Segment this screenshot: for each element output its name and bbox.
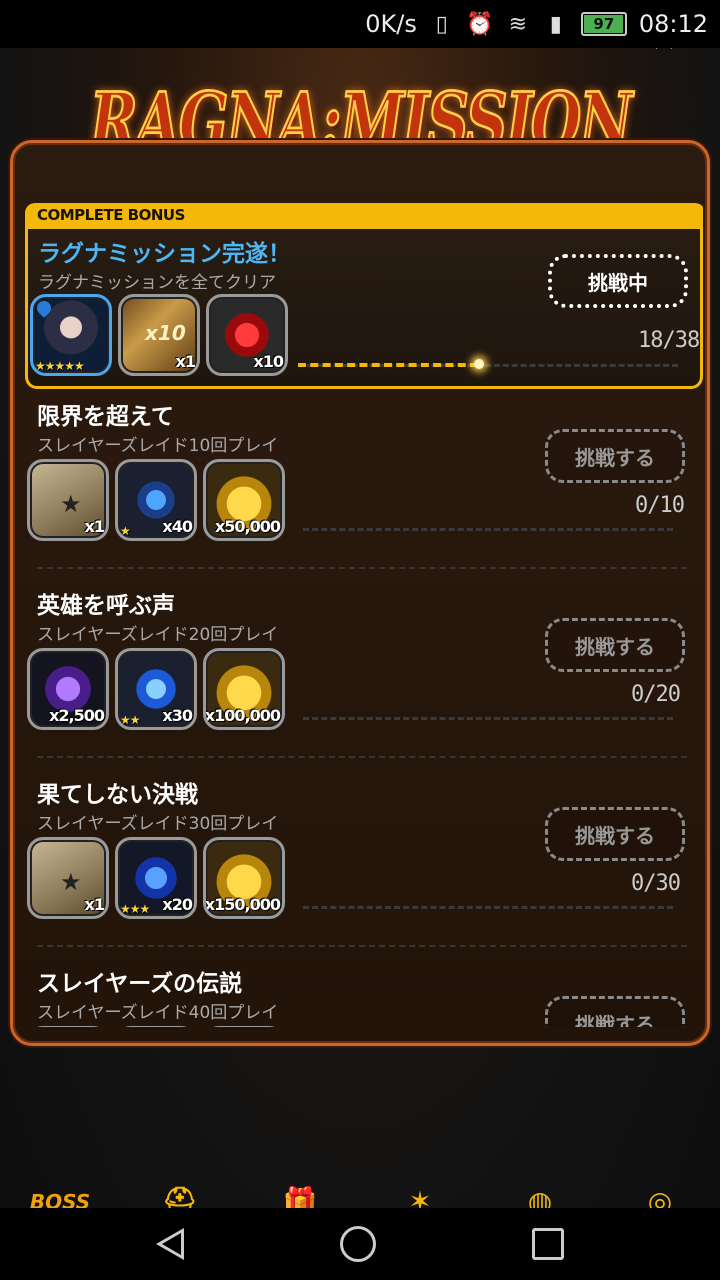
progress-fill <box>298 363 478 367</box>
mission-title: ラグナミッション完遂！ <box>38 241 291 267</box>
progress-track <box>303 906 673 909</box>
home-icon[interactable] <box>340 1226 376 1262</box>
progress-counter: 0/30 <box>631 871 681 896</box>
gold-coins-icon[interactable]: x100,000 <box>203 648 285 730</box>
progress-counter: 0/20 <box>631 682 681 707</box>
mission-title: 限界を超えて <box>37 404 174 430</box>
reward-list: x1 ★ x40 x50,000 <box>27 459 285 541</box>
sim-icon: ▮ <box>549 11 562 37</box>
reward-quantity: x2,500 <box>49 706 105 725</box>
divider <box>37 567 687 569</box>
game-bottom-nav: BOSS ⛑ 🎁 ✶ ◍ ◎ <box>0 1180 720 1210</box>
challenge-button[interactable]: 挑戦する <box>545 429 685 483</box>
hero-portrait-icon[interactable]: ★★★★★ <box>30 294 112 376</box>
challenge-button[interactable]: 挑戦する <box>545 618 685 672</box>
mission-item: 限界を超えて スレイヤーズレイド10回プレイ x1 ★ x40 x50,000 … <box>17 393 703 581</box>
mission-list[interactable]: COMPLETE BONUS ラグナミッション完遂！ ラグナミッションを全てクリ… <box>17 203 703 1027</box>
challenge-button[interactable]: 挑戦する <box>545 996 685 1027</box>
reward-list: ★★★★★ x1 x10 <box>30 294 288 376</box>
gift-icon[interactable]: 🎁 <box>265 1182 335 1210</box>
reward-icon[interactable] <box>203 1026 285 1027</box>
gold-coins-icon[interactable]: x150,000 <box>203 837 285 919</box>
mission-title: スレイヤーズの伝説 <box>37 971 243 997</box>
status-bar: 0K/s ▯ ⏰ ≋ ▮ 97 08:12 <box>0 0 720 48</box>
rarity-stars: ★★★★★ <box>35 359 85 373</box>
mission-item: スレイヤーズの伝説 スレイヤーズレイド40回プレイ 挑戦する <box>17 960 703 1027</box>
challenge-button[interactable]: 挑戦する <box>545 807 685 861</box>
rarity-stars: ★ <box>120 524 131 538</box>
close-icon: ⌃ <box>640 48 688 68</box>
clock: 08:12 <box>638 10 708 38</box>
progress-track <box>303 528 673 531</box>
blue-gem-icon[interactable]: ★★★ x20 <box>115 837 197 919</box>
progress-spark <box>474 359 484 369</box>
card-icon[interactable]: x1 <box>27 459 109 541</box>
mission-panel: COMPLETE BONUS ラグナミッション完遂！ ラグナミッションを全てクリ… <box>10 140 710 1046</box>
mission-item: 英雄を呼ぶ声 スレイヤーズレイド20回プレイ x2,500 ★★ x30 x10… <box>17 582 703 770</box>
reward-icon[interactable] <box>27 1026 109 1027</box>
reward-quantity: x100,000 <box>204 706 281 725</box>
reward-list: x2,500 ★★ x30 x100,000 <box>27 648 285 730</box>
back-icon[interactable] <box>156 1228 184 1260</box>
battery-icon: 97 <box>580 12 627 36</box>
mission-title: 果てしない決戦 <box>37 782 198 808</box>
reward-quantity: x40 <box>162 517 193 536</box>
progress-counter: 18/38 <box>638 328 700 353</box>
battery-level: 97 <box>593 15 615 33</box>
close-button[interactable]: ⌃ <box>640 48 688 68</box>
mission-subtitle: スレイヤーズレイド20回プレイ <box>37 625 279 645</box>
mission-subtitle: スレイヤーズレイド40回プレイ <box>37 1003 279 1023</box>
mission-subtitle: ラグナミッションを全てクリア <box>38 273 276 293</box>
complete-bonus-tab: COMPLETE BONUS <box>25 203 703 229</box>
rarity-stars: ★★ <box>120 713 140 727</box>
system-nav-bar <box>0 1208 720 1280</box>
vibrate-icon: ▯ <box>435 11 448 37</box>
complete-bonus-label: COMPLETE BONUS <box>37 206 185 224</box>
card-icon[interactable]: x1 <box>27 837 109 919</box>
mission-subtitle: スレイヤーズレイド10回プレイ <box>37 436 279 456</box>
star-swords-icon[interactable]: ✶ <box>385 1182 455 1210</box>
mission-subtitle: スレイヤーズレイド30回プレイ <box>37 814 279 834</box>
mission-title: 英雄を呼ぶ声 <box>37 593 175 619</box>
progress-counter: 0/10 <box>635 493 685 518</box>
reward-quantity: x10 <box>253 352 284 371</box>
progress-track <box>303 717 673 720</box>
wifi-icon: ≋ <box>508 11 528 37</box>
compass-icon[interactable]: ◎ <box>625 1182 695 1210</box>
challenge-status-button[interactable]: 挑戦中 <box>548 254 688 308</box>
mission-item: 果てしない決戦 スレイヤーズレイド30回プレイ x1 ★★★ x20 x150,… <box>17 771 703 959</box>
network-speed: 0K/s <box>365 10 417 38</box>
alarm-icon: ⏰ <box>466 11 494 37</box>
blue-crystal-icon[interactable]: ★★ x30 <box>115 648 197 730</box>
divider <box>37 756 687 758</box>
globe-icon[interactable]: ◍ <box>505 1182 575 1210</box>
divider <box>37 945 687 947</box>
reward-quantity: x1 <box>84 517 105 536</box>
reward-quantity: x1 <box>84 895 105 914</box>
blue-orb-icon[interactable]: ★ x40 <box>115 459 197 541</box>
recent-apps-icon[interactable] <box>532 1228 564 1260</box>
reward-quantity: x20 <box>162 895 193 914</box>
gacha-ticket-icon[interactable]: x1 <box>118 294 200 376</box>
complete-bonus-card: COMPLETE BONUS ラグナミッション完遂！ ラグナミッションを全てクリ… <box>25 203 703 389</box>
reward-list <box>27 1026 285 1027</box>
reward-icon[interactable] <box>115 1026 197 1027</box>
reward-list: x1 ★★★ x20 x150,000 <box>27 837 285 919</box>
rarity-stars: ★★★ <box>120 902 150 916</box>
gold-coins-icon[interactable]: x50,000 <box>203 459 285 541</box>
reward-quantity: x1 <box>175 352 196 371</box>
reward-quantity: x50,000 <box>214 517 281 536</box>
boss-icon[interactable]: BOSS <box>25 1182 95 1210</box>
helmet-icon[interactable]: ⛑ <box>145 1182 215 1210</box>
reward-quantity: x30 <box>162 706 193 725</box>
purple-gem-icon[interactable]: x2,500 <box>27 648 109 730</box>
red-crystal-icon[interactable]: x10 <box>206 294 288 376</box>
reward-quantity: x150,000 <box>204 895 281 914</box>
